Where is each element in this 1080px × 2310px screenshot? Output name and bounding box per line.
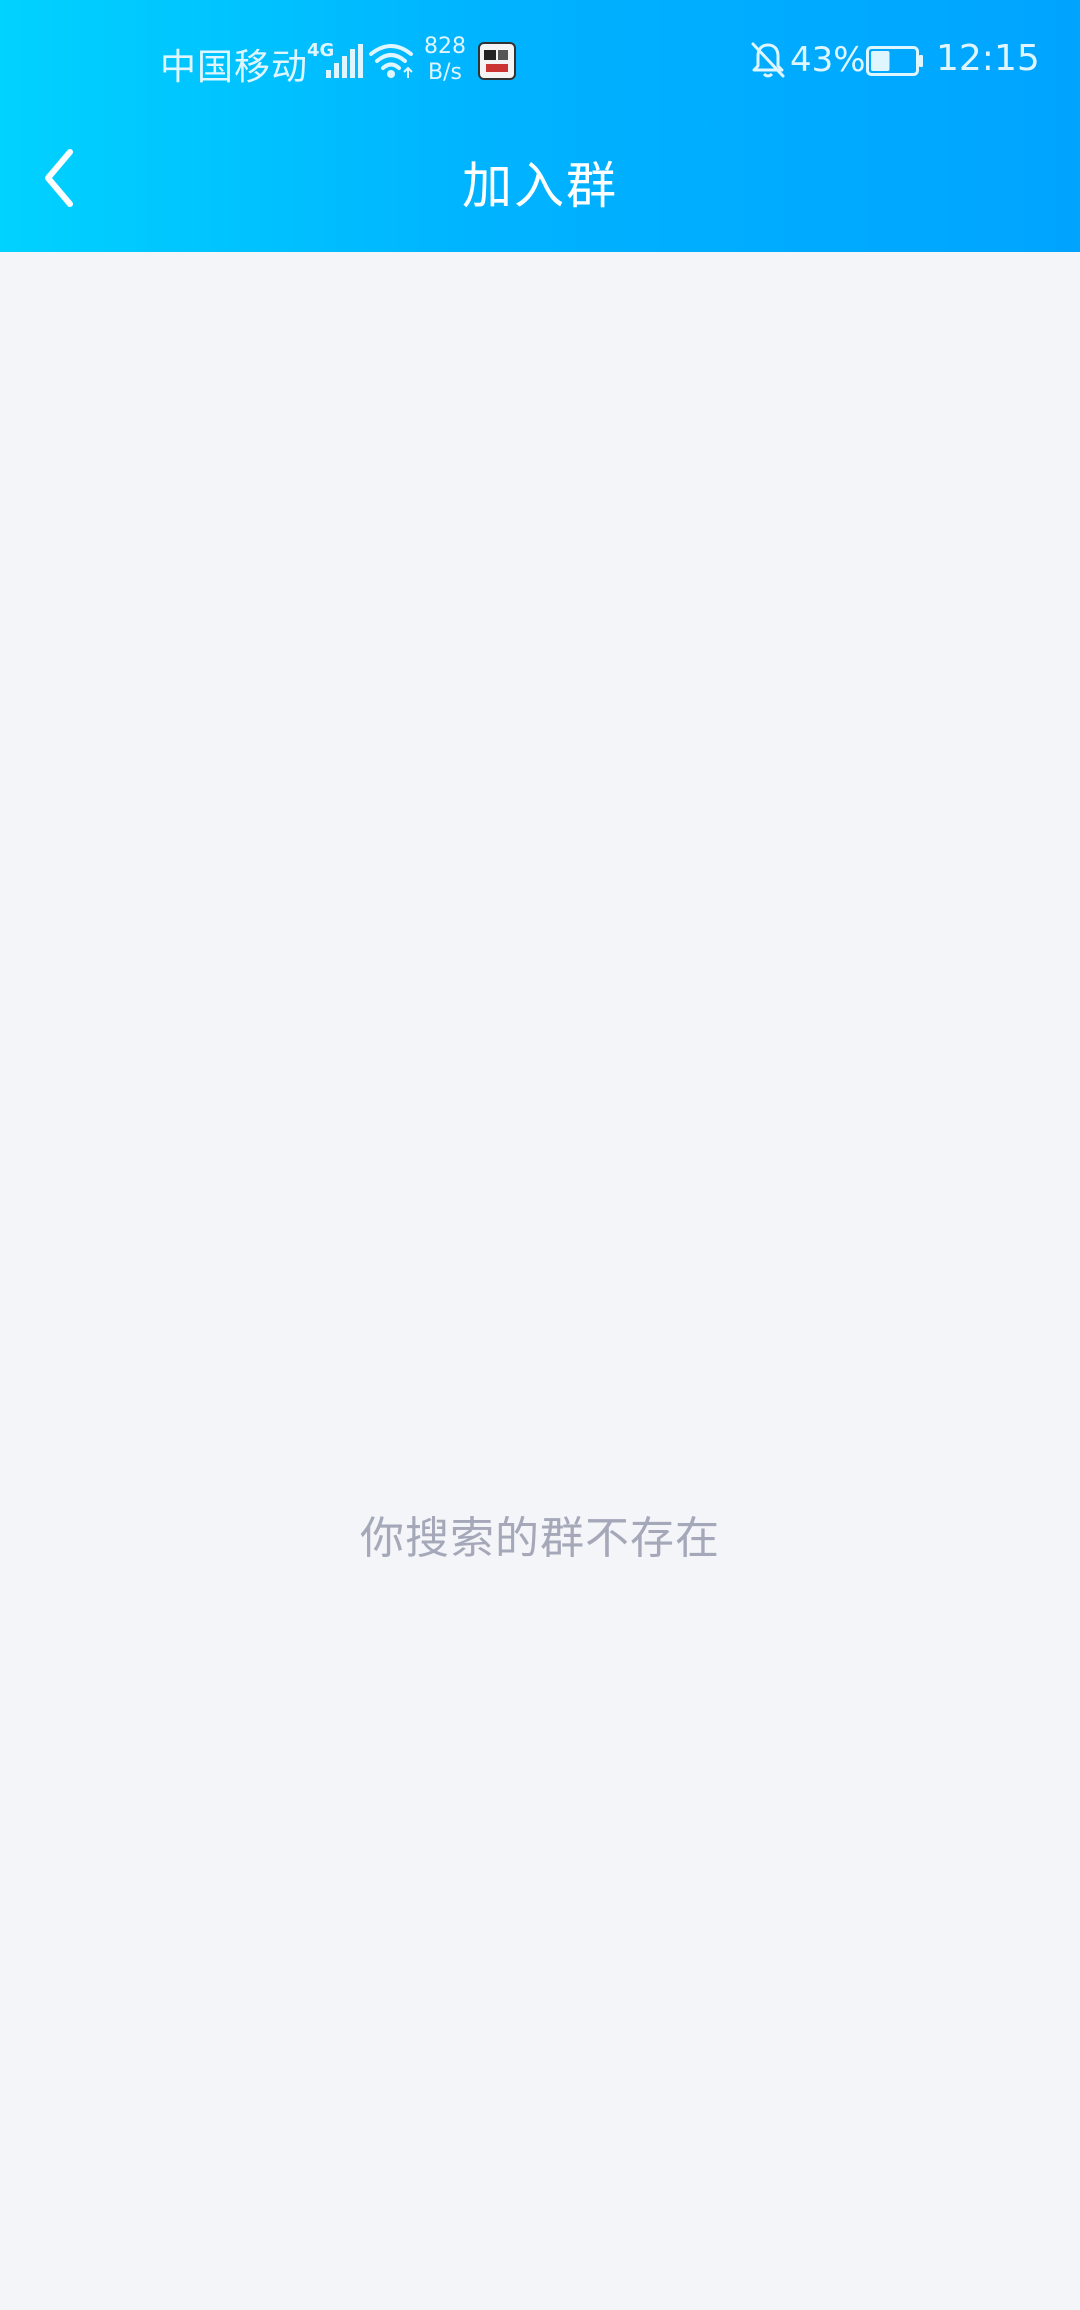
- signal-icon: [326, 44, 363, 78]
- wifi-icon: [369, 44, 413, 78]
- header-bar: 中国移动 4G 828 B/s 43% 12:15 加入群: [0, 0, 1080, 252]
- content-area: 你搜索的群不存在: [0, 252, 1080, 2310]
- battery-percent: 43%: [790, 40, 866, 80]
- net-speed-unit: B/s: [428, 60, 462, 85]
- page-title: 加入群: [462, 157, 618, 215]
- carrier-name: 中国移动: [160, 47, 309, 88]
- empty-state-message: 你搜索的群不存在: [360, 1513, 720, 1564]
- status-bar: 中国移动 4G 828 B/s 43% 12:15: [0, 0, 1080, 124]
- app-notification-icon: [478, 42, 516, 80]
- battery-icon: [866, 46, 923, 76]
- clock: 12:15: [936, 38, 1040, 79]
- bell-off-icon: [751, 42, 785, 78]
- net-speed-value: 828: [424, 34, 466, 59]
- net-speed: 828 B/s: [422, 34, 468, 86]
